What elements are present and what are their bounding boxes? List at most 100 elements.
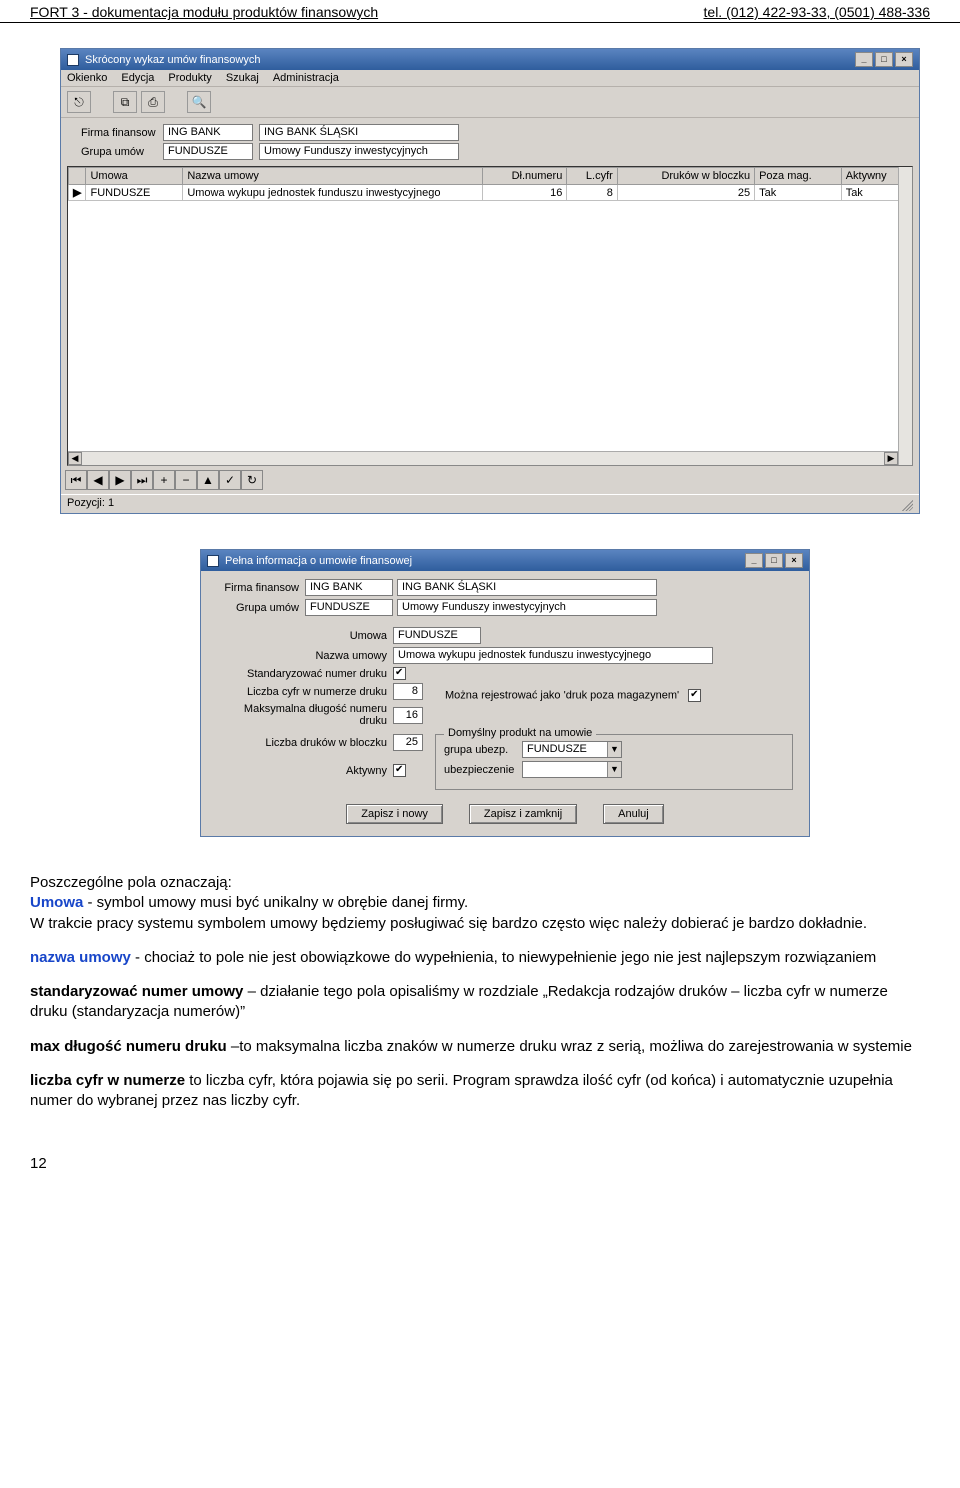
close-icon[interactable]: × [895,52,913,67]
nav-prev-icon[interactable]: ◀ [87,470,109,490]
text: - chociaż to pole nie jest obowiązkowe d… [131,949,876,966]
copy-icon[interactable]: ⧉ [113,91,137,113]
term-nazwa: nazwa umowy [30,949,131,966]
page-number: 12 [0,1125,960,1182]
fs-grupa-value: FUNDUSZE [523,742,607,757]
col-header[interactable]: Dł.numeru [483,168,567,185]
firma-code-field[interactable]: ING BANK [163,124,253,141]
cancel-button[interactable]: Anuluj [603,804,664,824]
maximize-icon[interactable]: □ [765,553,783,568]
grupa-code-field[interactable]: FUNDUSZE [305,599,393,616]
grupa-name-field: Umowy Funduszy inwestycyjnych [259,143,459,160]
window-title: Skrócony wykaz umów finansowych [85,54,260,66]
bloczek-field[interactable]: 25 [393,734,423,751]
text: –to maksymalna liczba znaków w numerze d… [227,1038,912,1055]
label-aktywny: Aktywny [217,765,393,777]
nav-next-icon[interactable]: ▶ [109,470,131,490]
label-bloczek: Liczba druków w bloczku [217,737,393,749]
menu-item[interactable]: Edycja [121,72,154,84]
doc-title: FORT 3 - dokumentacja modułu produktów f… [30,4,378,20]
label-maxdl: Maksymalna długość numeru druku [217,703,393,727]
body-text: Poszczególne pola oznaczają: Umowa - sym… [0,837,960,1111]
col-header[interactable]: Poza mag. [755,168,842,185]
stand-checkbox[interactable] [393,667,406,680]
fs-ubezp-select[interactable]: ▼ [522,761,622,778]
scrollbar-vertical[interactable] [898,167,912,465]
col-header[interactable]: Umowa [86,168,183,185]
row-marker-icon: ▶ [69,185,86,201]
window-list: Skrócony wykaz umów finansowych _ □ × Ok… [60,48,920,514]
page-header: FORT 3 - dokumentacja modułu produktów f… [0,0,960,23]
nazwa-field[interactable]: Umowa wykupu jednostek funduszu inwestyc… [393,647,713,664]
label-lcyfr: Liczba cyfr w numerze druku [217,686,393,698]
chevron-down-icon[interactable]: ▼ [607,762,621,777]
save-close-button[interactable]: Zapisz i zamknij [469,804,577,824]
nav-add-icon[interactable]: + [153,470,175,490]
nav-delete-icon[interactable]: − [175,470,197,490]
nav-last-icon[interactable]: ⏭ [131,470,153,490]
rejestr-checkbox[interactable] [688,689,701,702]
table-row[interactable]: ▶ FUNDUSZE Umowa wykupu jednostek fundus… [69,185,912,201]
minimize-icon[interactable]: _ [855,52,873,67]
firma-name-field: ING BANK ŚLĄSKI [259,124,459,141]
cell-druki: 25 [617,185,754,201]
fieldset-legend: Domyślny produkt na umowie [444,727,596,739]
data-grid[interactable]: Umowa Nazwa umowy Dł.numeru L.cyfr Drukó… [67,166,913,466]
nav-edit-icon[interactable]: ▲ [197,470,219,490]
col-header[interactable]: Nazwa umowy [183,168,483,185]
cell-dl: 16 [483,185,567,201]
col-header[interactable]: Druków w bloczku [617,168,754,185]
titlebar[interactable]: Skrócony wykaz umów finansowych _ □ × [61,49,919,70]
scroll-left-icon[interactable]: ◀ [68,452,82,465]
cell-lc: 8 [567,185,617,201]
fs-ubezp-value [523,762,607,777]
chevron-down-icon[interactable]: ▼ [607,742,621,757]
text: - symbol umowy musi być unikalny w obręb… [83,894,468,911]
save-new-button[interactable]: Zapisz i nowy [346,804,443,824]
fieldset-default-product: Domyślny produkt na umowie grupa ubezp. … [435,734,793,790]
label-stand: Standaryzować numer druku [217,668,393,680]
label-fs-ubezp: ubezpieczenie [444,764,522,776]
maximize-icon[interactable]: □ [875,52,893,67]
aktywny-checkbox[interactable] [393,764,406,777]
scroll-right-icon[interactable]: ▶ [884,452,898,465]
scrollbar-horizontal[interactable]: ◀ ▶ [68,451,898,465]
grupa-code-field[interactable]: FUNDUSZE [163,143,253,160]
term-maxdl: max długość numeru druku [30,1038,227,1055]
maxdl-field[interactable]: 16 [393,707,423,724]
label-firma: Firma finansow [81,127,163,139]
label-fs-grupa: grupa ubezp. [444,744,522,756]
term-umowa: Umowa [30,894,83,911]
grid-corner [69,168,86,185]
term-stand: standaryzować numer umowy [30,983,243,1000]
label-umowa: Umowa [217,630,393,642]
grupa-name-field: Umowy Funduszy inwestycyjnych [397,599,657,616]
nav-refresh-icon[interactable]: ↻ [241,470,263,490]
label-grupa: Grupa umów [217,602,305,614]
menu-item[interactable]: Produkty [168,72,211,84]
label-firma: Firma finansow [217,582,305,594]
menu-item[interactable]: Okienko [67,72,107,84]
firma-code-field[interactable]: ING BANK [305,579,393,596]
text: Poszczególne pola oznaczają: [30,874,232,891]
fs-grupa-select[interactable]: FUNDUSZE ▼ [522,741,622,758]
exit-icon[interactable]: ⎋ [67,91,91,113]
doc-phone: tel. (012) 422-93-33, (0501) 488-336 [704,4,930,20]
menubar: Okienko Edycja Produkty Szukaj Administr… [61,70,919,87]
nav-first-icon[interactable]: ⏮ [65,470,87,490]
menu-item[interactable]: Administracja [273,72,339,84]
minimize-icon[interactable]: _ [745,553,763,568]
print-icon[interactable]: ⎙ [141,91,165,113]
col-header[interactable]: L.cyfr [567,168,617,185]
app-icon [207,555,219,567]
label-grupa: Grupa umów [81,146,163,158]
lcyfr-field[interactable]: 8 [393,683,423,700]
close-icon[interactable]: × [785,553,803,568]
find-icon[interactable]: 🔍 [187,91,211,113]
nav-post-icon[interactable]: ✓ [219,470,241,490]
umowa-field[interactable]: FUNDUSZE [393,627,481,644]
titlebar[interactable]: Pełna informacja o umowie finansowej _ □… [201,550,809,571]
cell-umowa: FUNDUSZE [86,185,183,201]
menu-item[interactable]: Szukaj [226,72,259,84]
size-grip-icon[interactable] [899,497,913,511]
